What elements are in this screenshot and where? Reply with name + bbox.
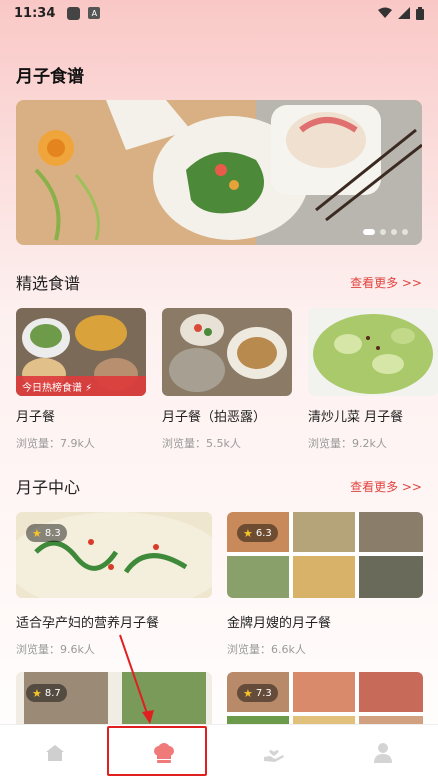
home-icon [45, 744, 64, 761]
tab-profile[interactable] [329, 725, 438, 780]
chef-hat-icon [154, 742, 175, 763]
bottom-tab-bar [0, 724, 438, 780]
annotation-arrow [119, 634, 154, 724]
user-icon [374, 742, 393, 763]
tab-care[interactable] [219, 725, 329, 780]
care-hand-icon [263, 749, 284, 762]
tab-recipes[interactable] [110, 725, 220, 780]
tab-home[interactable] [0, 725, 110, 780]
